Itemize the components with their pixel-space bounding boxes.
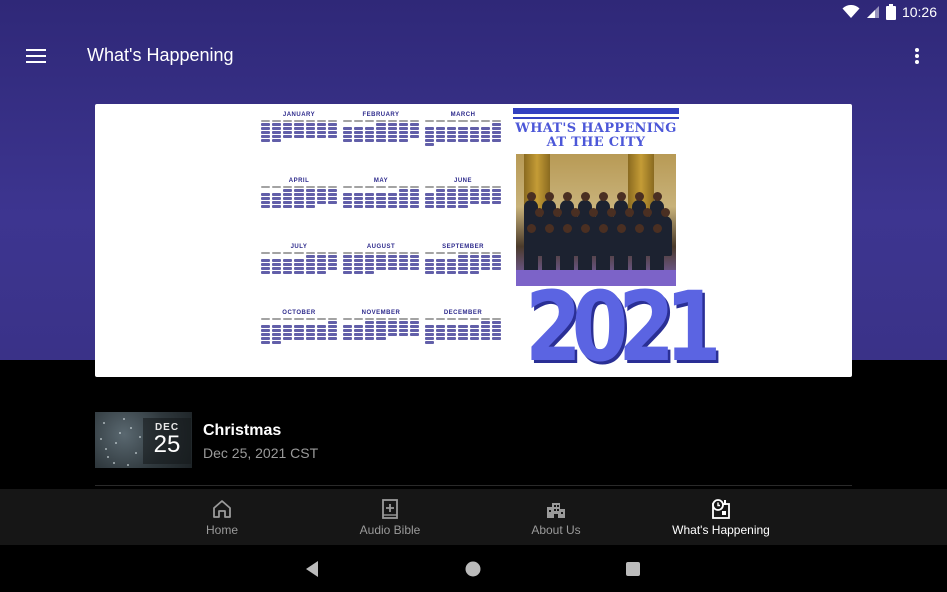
back-icon[interactable] xyxy=(303,559,323,579)
calendar-month-name: FEBRUARY xyxy=(362,112,400,118)
calendar-month: OCTOBER xyxy=(259,310,339,374)
calendar-month: JUNE xyxy=(423,178,503,242)
calendar-month-name: MAY xyxy=(373,178,389,184)
calendar-month-name: OCTOBER xyxy=(282,310,316,316)
home-icon xyxy=(213,500,231,518)
calendar-month-name: MARCH xyxy=(450,112,476,118)
calendar-month: JANUARY xyxy=(259,112,339,176)
poster-title-line-2: AT THE CITY xyxy=(546,135,646,150)
calendar-month-name: JULY xyxy=(290,244,308,250)
calendar-days xyxy=(341,120,421,146)
nav-item-whats-happening[interactable]: What's Happening xyxy=(646,489,796,545)
event-title: Christmas xyxy=(203,422,282,439)
featured-banner-image[interactable]: JANUARY FEBRUARY MARCH APRIL MAY JUNE JULY AUGU… xyxy=(95,104,852,377)
calendar-month: SEPTEMBER xyxy=(423,244,503,308)
calendar-days xyxy=(259,120,339,146)
nav-label-about-us: About Us xyxy=(531,523,581,537)
calendar-month-name: SEPTEMBER xyxy=(442,244,484,250)
calendar-month: MARCH xyxy=(423,112,503,176)
nav-item-home[interactable]: Home xyxy=(147,489,297,545)
recents-icon[interactable] xyxy=(623,559,643,579)
event-date-text: Dec 25, 2021 CST xyxy=(203,445,319,461)
event-date-badge: DEC 25 xyxy=(143,418,191,464)
calendar-month-name: APRIL xyxy=(288,178,310,184)
calendar-days xyxy=(341,186,421,212)
system-navigation-bar xyxy=(0,545,947,592)
calendar-days xyxy=(259,318,339,344)
list-divider xyxy=(95,485,852,486)
cellular-signal-icon xyxy=(866,6,879,18)
status-bar: 10:26 xyxy=(0,0,947,24)
calendar-days xyxy=(423,318,503,344)
event-thumbnail: DEC 25 xyxy=(95,412,192,468)
nav-label-home: Home xyxy=(205,523,238,537)
calendar-month: JULY xyxy=(259,244,339,308)
group-photo xyxy=(516,154,676,286)
nav-item-audio-bible[interactable]: Audio Bible xyxy=(315,489,465,545)
calendar-month-name: JANUARY xyxy=(282,112,316,118)
calendar-days xyxy=(423,186,503,212)
calendar-month-name: NOVEMBER xyxy=(361,310,401,316)
building-icon xyxy=(547,503,565,518)
poster-title-line-1: WHAT'S HAPPENING xyxy=(515,121,677,136)
nav-label-audio-bible: Audio Bible xyxy=(359,523,421,537)
calendar-month: DECEMBER xyxy=(423,310,503,374)
nav-label-whats-happening: What's Happening xyxy=(672,523,770,537)
calendar-month: AUGUST xyxy=(341,244,421,308)
calendar-days xyxy=(423,252,503,278)
calendar-month-name: AUGUST xyxy=(366,244,396,250)
calendar-month: MAY xyxy=(341,178,421,242)
poster-year: 2021 xyxy=(525,271,722,377)
battery-icon xyxy=(885,4,896,20)
app-bar: What's Happening xyxy=(0,24,947,88)
calendar-days xyxy=(341,252,421,278)
poster-stripe xyxy=(513,108,679,114)
year-calendar: JANUARY FEBRUARY MARCH APRIL MAY JUNE JULY AUGU… xyxy=(259,112,501,374)
more-vertical-icon xyxy=(915,48,919,64)
home-circle-icon[interactable] xyxy=(463,559,483,579)
calendar-month-name: JUNE xyxy=(453,178,472,184)
status-time: 10:26 xyxy=(901,4,937,20)
calendar-month: NOVEMBER xyxy=(341,310,421,374)
calendar-month-name: DECEMBER xyxy=(443,310,483,316)
calendar-month: APRIL xyxy=(259,178,339,242)
event-date-day: 25 xyxy=(153,431,181,458)
calendar-days xyxy=(341,318,421,344)
calendar-clock-icon xyxy=(712,499,730,519)
bottom-navigation: Home Audio Bible About Us What's Happeni… xyxy=(0,489,947,545)
book-plus-icon xyxy=(382,499,398,519)
overflow-menu-button[interactable] xyxy=(905,40,929,72)
poster: WHAT'S HAPPENING AT THE CITY xyxy=(513,108,679,286)
hamburger-menu-icon xyxy=(26,49,46,63)
calendar-days xyxy=(259,186,339,212)
nav-item-about-us[interactable]: About Us xyxy=(481,489,631,545)
event-list-item[interactable]: DEC 25 Christmas Dec 25, 2021 CST xyxy=(95,412,852,468)
calendar-month: FEBRUARY xyxy=(341,112,421,176)
calendar-days xyxy=(423,120,503,146)
poster-stripe-thin xyxy=(513,117,679,119)
menu-button[interactable] xyxy=(20,40,52,72)
wifi-icon xyxy=(842,5,860,18)
page-title: What's Happening xyxy=(87,45,234,65)
calendar-days xyxy=(259,252,339,278)
